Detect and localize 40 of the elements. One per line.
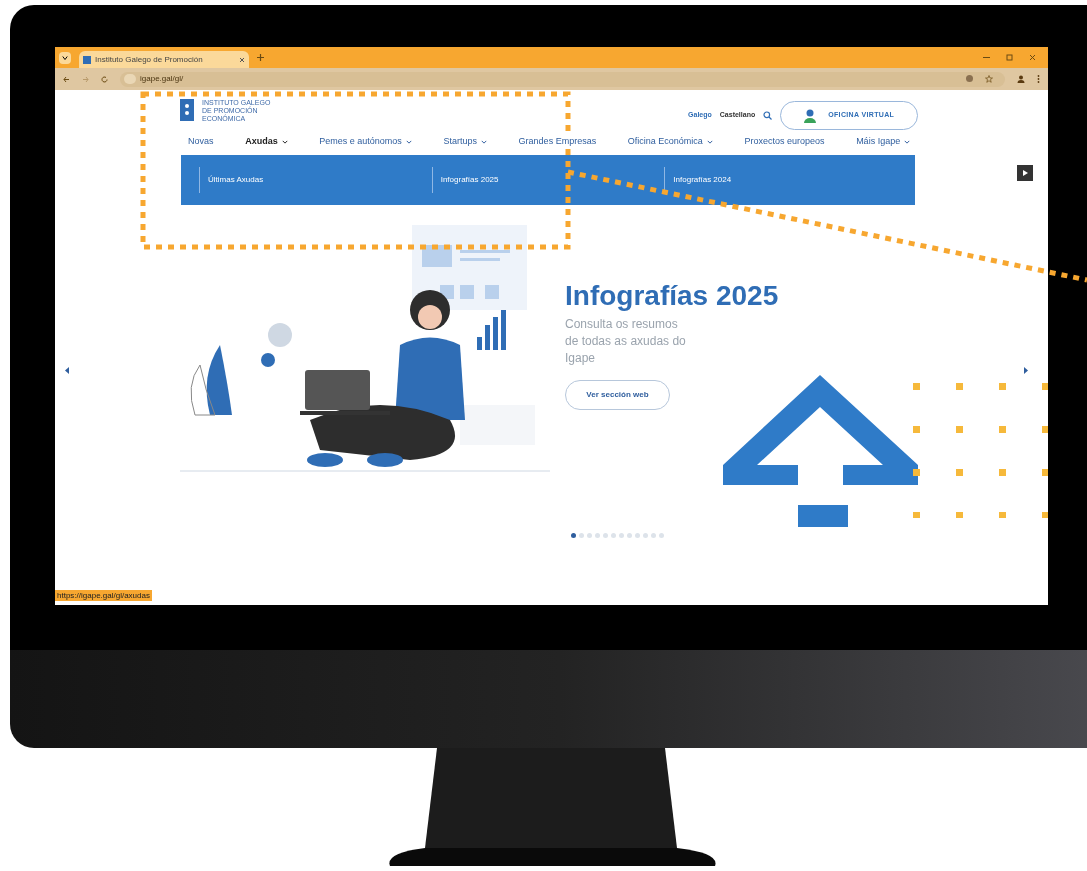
hero-description: Consulta os resumos de todas as axudas do Igape (565, 315, 687, 367)
caret-icon (62, 54, 68, 61)
chevron-down-icon (281, 138, 288, 145)
nav-link[interactable]: Startups (443, 135, 487, 149)
submenu-link[interactable]: Infografías 2024 (664, 166, 897, 193)
tab-title: Instituto Galego de Promoción (95, 53, 203, 66)
submenu-link[interactable]: Últimas Axudas (199, 166, 432, 193)
tab-menu-icon[interactable] (59, 51, 71, 64)
nav-link[interactable]: Máis Igape (856, 135, 911, 149)
person-icon (804, 108, 817, 123)
hero-title: Infografías 2025 (565, 281, 779, 310)
next-button[interactable] (1017, 164, 1033, 181)
profile-icon[interactable] (1017, 75, 1025, 83)
submenu-link[interactable]: Infografías 2025 (431, 166, 665, 193)
favicon-icon (83, 55, 91, 64)
close-icon[interactable] (1029, 54, 1036, 61)
chevron-down-icon (706, 138, 713, 145)
chevron-down-icon (481, 138, 487, 145)
nav-link[interactable]: Grandes Empresas (518, 135, 597, 149)
previous-slide-icon[interactable] (65, 367, 69, 374)
chevron-down-icon (405, 138, 412, 145)
url-text: igape.gal/gl/ (140, 73, 184, 85)
chevron-down-icon (904, 138, 911, 145)
back-icon[interactable] (63, 75, 70, 83)
search-icon[interactable] (763, 111, 773, 120)
browser-tab[interactable]: Instituto Galego de Promoción (79, 51, 249, 68)
play-icon (1022, 169, 1028, 176)
minimize-icon[interactable] (983, 54, 990, 61)
menu-icon[interactable] (1037, 75, 1040, 83)
logo-icon (180, 99, 194, 121)
status-url: https://igape.gal/gl/axudas (55, 590, 152, 601)
forward-icon[interactable] (82, 75, 89, 83)
star-icon[interactable] (985, 75, 993, 83)
nav-link[interactable]: Proxectos europeos (744, 135, 825, 149)
address-field[interactable]: igape.gal/gl/ (120, 71, 1005, 87)
reload-icon[interactable] (101, 75, 108, 83)
restore-icon[interactable] (1006, 54, 1013, 61)
close-icon[interactable] (239, 56, 245, 63)
next-slide-icon[interactable] (1024, 367, 1028, 374)
plus-icon[interactable] (257, 54, 264, 61)
